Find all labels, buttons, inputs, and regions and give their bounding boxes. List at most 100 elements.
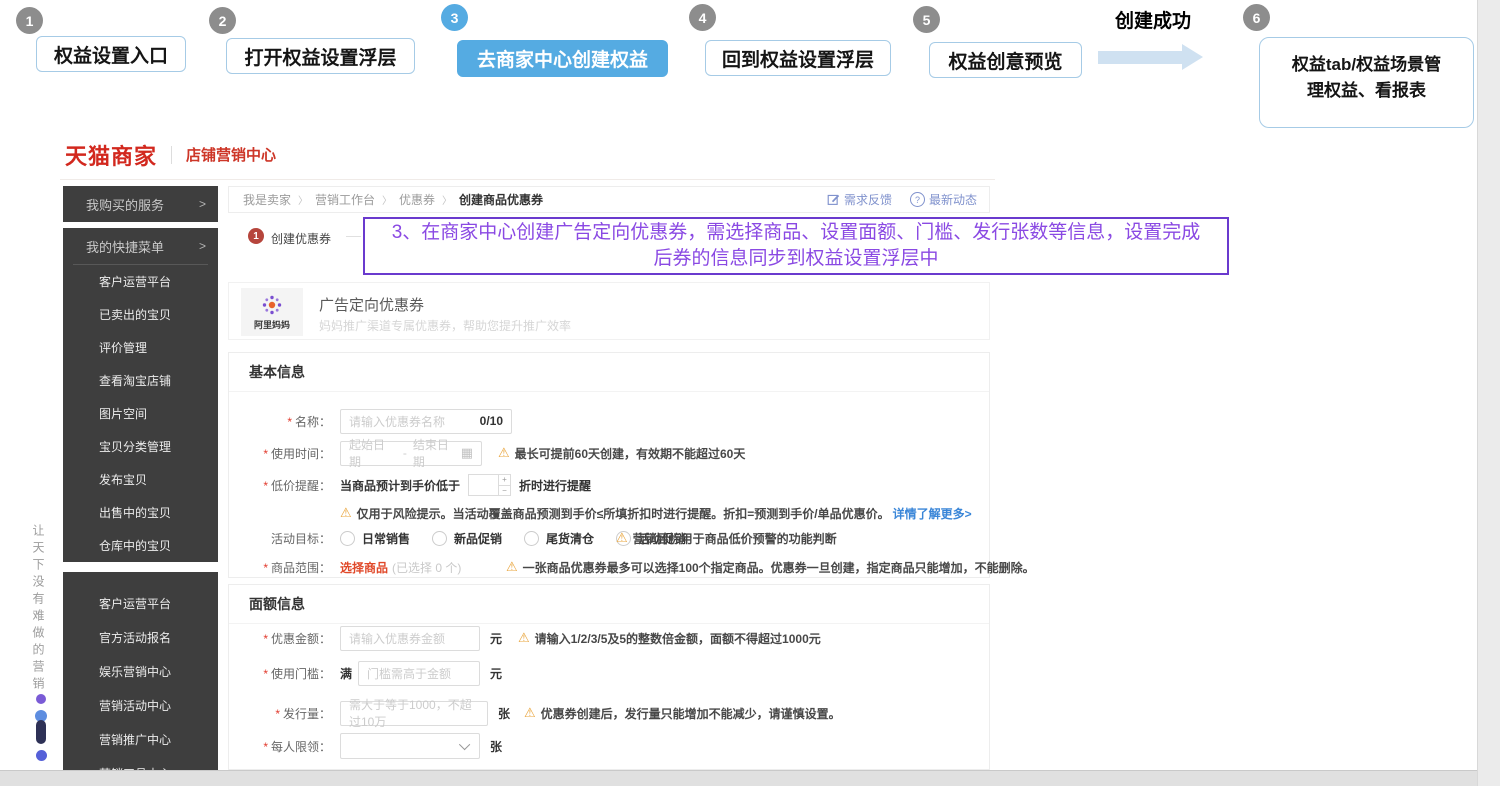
sidebar-item-view-shop[interactable]: 查看淘宝店铺 [63,364,218,397]
sidebar-item-marketing-tools[interactable]: 营销工具中心 [63,756,218,770]
sidebar-item-customer-ops-2[interactable]: 客户运营平台 [63,586,218,620]
issue-volume-row: *发行量： 需大于等于1000，不超过10万 张 ⚠优惠券创建后，发行量只能增加… [229,700,989,726]
char-counter: 0/10 [480,414,503,428]
warning-icon: ⚠ [506,559,518,575]
calendar-icon[interactable]: ▦ [461,445,473,461]
scope-warning-text: 一张商品优惠券最多可以选择100个指定商品。优惠券一旦创建，指定商品只能增加，不… [523,559,1035,576]
stepper-down-button[interactable]: − [499,485,510,496]
coupon-name-row: *名称： 请输入优惠券名称 0/10 [229,408,989,434]
sidebar-item-image-space[interactable]: 图片空间 [63,397,218,430]
target-warning-text: 营销目标用于商品低价预警的功能判断 [633,530,837,547]
header-divider [171,146,172,164]
breadcrumb-seller[interactable]: 我是卖家 [243,191,291,208]
low-price-alert-row: *低价提醒： 当商品预计到手价低于 + − 折时进行提醒 [229,472,989,498]
flow-step-box-2: 打开权益设置浮层 [226,38,415,74]
radio-new-product[interactable]: 新品促销 [432,530,502,547]
coupon-value-row: *优惠金额： 请输入优惠券金额 元 ⚠请输入1/2/3/5及5的整数倍金额，面额… [229,625,989,651]
sidebar-item-publish-item[interactable]: 发布宝贝 [63,463,218,496]
chevron-down-icon [459,739,470,750]
merchant-header: 天猫商家 店铺营销中心 [60,130,995,180]
sidebar-item-sold-items[interactable]: 已卖出的宝贝 [63,298,218,331]
flow-step-box-3-active: 去商家中心创建权益 [457,40,668,77]
scope-label: 商品范围： [271,561,331,575]
chevron-right-icon: > [199,197,206,211]
threshold-input[interactable]: 门槛需高于金额 [358,661,480,686]
coupon-name-placeholder: 请输入优惠券名称 [349,413,445,430]
sidebar-item-on-sale[interactable]: 出售中的宝贝 [63,496,218,529]
radio-icon [432,531,447,546]
basic-info-title: 基本信息 [229,353,989,392]
value-label: 优惠金额： [271,632,331,646]
flow-step-badge-1: 1 [16,7,43,34]
low-price-note-row: ⚠ 仅用于风险提示。当活动覆盖商品预测到手价≤所填折扣时进行提醒。折扣=预测到手… [229,500,989,526]
coupon-value-placeholder: 请输入优惠券金额 [349,630,445,647]
date-range-input[interactable]: 起始日期 - 结束日期 ▦ [340,441,482,466]
sidebar-block-marketing: 客户运营平台 官方活动报名 娱乐营销中心 营销活动中心 营销推广中心 营销工具中… [63,572,218,770]
sidebar-item-purchased-services[interactable]: 我购买的服务 > [63,186,218,222]
required-mark: * [263,667,268,681]
threshold-prefix: 满 [340,665,352,682]
flow-arrow-tip-icon [1182,44,1203,70]
select-items-button[interactable]: 选择商品 [340,559,388,576]
product-title: 广告定向优惠券 [319,294,424,315]
tmall-logo[interactable]: 天猫商家 [65,139,157,171]
amount-info-title: 面额信息 [229,585,989,624]
low-price-prefix: 当商品预计到手价低于 [340,477,460,494]
bottom-gutter [0,770,1477,786]
alimama-starburst-icon [260,293,284,317]
sidebar-item-quick-menu[interactable]: 我的快捷菜单 > [63,228,218,264]
breadcrumb-coupon[interactable]: 优惠券 [399,191,435,208]
warning-icon: ⚠ [616,530,628,546]
breadcrumb-separator: 〉 [382,192,392,207]
latest-news-link[interactable]: ? 最新动态 [910,191,977,208]
limit-select[interactable] [340,733,480,759]
feedback-link[interactable]: 需求反馈 [827,191,892,208]
flow-step-box-5: 权益创意预览 [929,42,1082,78]
decor-pill-dark [36,720,46,744]
annotation-callout: 3、在商家中心创建广告定向优惠券，需选择商品、设置面额、门槛、发行张数等信息，设… [363,217,1229,275]
required-mark: * [263,740,268,754]
required-mark: * [263,561,268,575]
sidebar-item-official-events[interactable]: 官方活动报名 [63,620,218,654]
sidebar-item-label: 我的快捷菜单 [86,237,164,256]
coupon-value-input[interactable]: 请输入优惠券金额 [340,626,480,651]
flow-arrow [1098,51,1182,64]
sidebar-item-in-stock[interactable]: 仓库中的宝贝 [63,529,218,562]
sidebar-item-category-mgmt[interactable]: 宝贝分类管理 [63,430,218,463]
flow-step-box-6: 权益tab/权益场景管理权益、看报表 [1259,37,1474,128]
radio-daily-sale[interactable]: 日常销售 [340,530,410,547]
sidebar-item-customer-ops[interactable]: 客户运营平台 [63,265,218,298]
amount-info-panel: 面额信息 *优惠金额： 请输入优惠券金额 元 ⚠请输入1/2/3/5及5的整数倍… [228,584,990,770]
discount-input[interactable] [468,474,498,496]
basic-info-panel: 基本信息 *名称： 请输入优惠券名称 0/10 *使用时间： 起始日期 - 结束… [228,352,990,578]
sidebar-item-review-mgmt[interactable]: 评价管理 [63,331,218,364]
feedback-label: 需求反馈 [844,191,892,208]
required-mark: * [287,415,292,429]
flow-success-label: 创建成功 [1088,6,1218,33]
low-price-suffix: 折时进行提醒 [519,477,591,494]
stepper-up-button[interactable]: + [499,475,510,485]
radio-clearance[interactable]: 尾货清仓 [524,530,594,547]
sidebar-item-entertainment-marketing[interactable]: 娱乐营销中心 [63,654,218,688]
issue-volume-input[interactable]: 需大于等于1000，不超过10万 [340,701,488,726]
low-price-label: 低价提醒： [271,479,331,493]
flow-step-badge-6: 6 [1243,4,1270,31]
issue-warning-text: 优惠券创建后，发行量只能增加不能减少，请谨慎设置。 [541,705,841,722]
decor-dot-purple [36,694,46,704]
edit-icon [827,193,840,206]
threshold-placeholder: 门槛需高于金额 [367,665,451,682]
discount-stepper[interactable]: + − [498,474,511,496]
learn-more-link[interactable]: 详情了解更多> [893,505,972,522]
flow-step-box-1: 权益设置入口 [36,36,186,72]
time-warning-text: 最长可提前60天创建，有效期不能超过60天 [515,445,746,462]
product-subtitle: 妈妈推广渠道专属优惠券，帮助您提升推广效率 [319,317,571,334]
per-person-limit-row: *每人限领： 张 [229,733,989,759]
alimama-slogan-watermark: 让天下没有难做的营销 [30,524,47,700]
required-mark: * [263,447,268,461]
sidebar-item-marketing-activity[interactable]: 营销活动中心 [63,688,218,722]
warning-icon: ⚠ [518,630,530,646]
breadcrumb-marketing-workbench[interactable]: 营销工作台 [315,191,375,208]
limit-unit: 张 [490,738,502,755]
coupon-name-input[interactable]: 请输入优惠券名称 0/10 [340,409,512,434]
sidebar-item-marketing-promotion[interactable]: 营销推广中心 [63,722,218,756]
